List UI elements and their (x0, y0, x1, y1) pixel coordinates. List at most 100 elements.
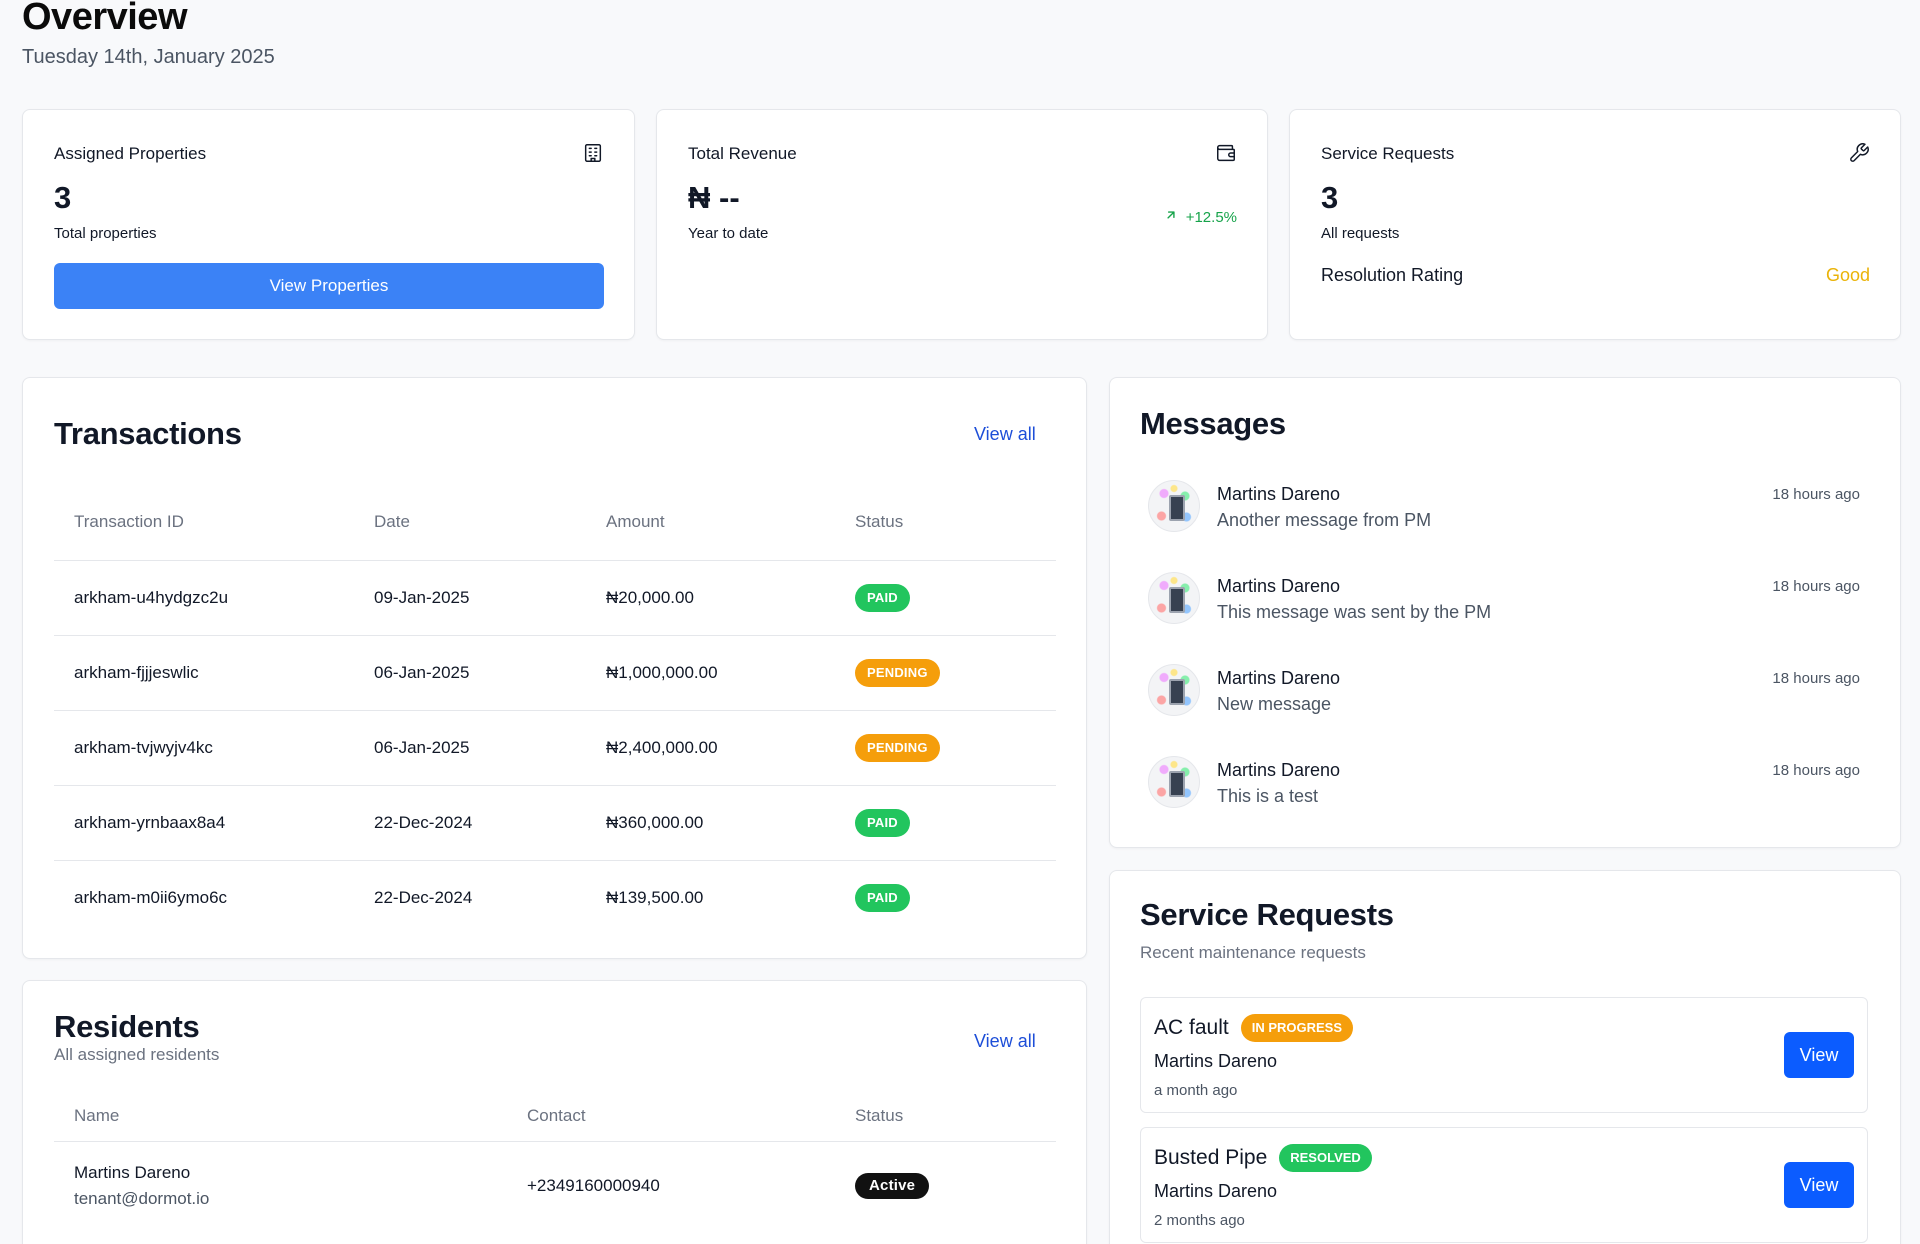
residents-subtitle: All assigned residents (54, 1045, 220, 1064)
transaction-amount: ₦139,500.00 (606, 887, 704, 907)
wallet-icon (1215, 142, 1237, 164)
service-requests-subtitle: Recent maintenance requests (1140, 943, 1366, 962)
resident-name: Martins Dareno (74, 1163, 191, 1183)
transactions-table: Transaction ID Date Amount Status arkham… (54, 485, 1056, 935)
table-row[interactable]: arkham-u4hydgzc2u 09-Jan-2025 ₦20,000.00… (54, 560, 1056, 635)
avatar (1148, 664, 1200, 716)
view-request-button[interactable]: View (1784, 1162, 1854, 1208)
wrench-icon (1848, 142, 1870, 164)
service-request-item[interactable]: Busted Pipe RESOLVED Martins Dareno 2 mo… (1140, 1127, 1868, 1243)
transaction-date: 22-Dec-2024 (374, 812, 473, 832)
message-sender: Martins Dareno (1217, 484, 1341, 504)
message-item[interactable]: Martins Dareno Another message from PM 1… (1140, 478, 1860, 538)
total-revenue-card: Total Revenue ₦ -- Year to date +12.5% (656, 109, 1268, 340)
status-badge: PAID (855, 883, 910, 912)
transaction-id: arkham-tvjwyjv4kc (74, 737, 213, 757)
status-badge: PENDING (855, 733, 940, 762)
transaction-id: arkham-u4hydgzc2u (74, 587, 229, 607)
avatar (1148, 756, 1200, 808)
arrow-up-right-icon (1164, 208, 1178, 226)
residents-view-all-link[interactable]: View all (974, 1031, 1036, 1052)
message-item[interactable]: Martins Dareno This message was sent by … (1140, 570, 1860, 630)
messages-card: Messages Martins Dareno Another message … (1109, 377, 1901, 848)
transaction-amount: ₦1,000,000.00 (606, 662, 718, 682)
column-header: Contact (527, 1105, 586, 1125)
resident-contact: +2349160000940 (527, 1176, 660, 1196)
table-row[interactable]: arkham-yrnbaax8a4 22-Dec-2024 ₦360,000.0… (54, 785, 1056, 860)
transaction-date: 09-Jan-2025 (374, 587, 470, 607)
column-header: Transaction ID (74, 512, 184, 532)
total-revenue-title: Total Revenue (688, 144, 797, 163)
avatar (1148, 480, 1200, 532)
table-row[interactable]: arkham-m0ii6ymo6c 22-Dec-2024 ₦139,500.0… (54, 860, 1056, 935)
assigned-properties-title: Assigned Properties (54, 144, 207, 163)
message-item[interactable]: Martins Dareno New message 18 hours ago (1140, 662, 1860, 722)
status-badge: PAID (855, 583, 910, 612)
service-requests-stat-title: Service Requests (1321, 144, 1455, 163)
view-request-button[interactable]: View (1784, 1032, 1854, 1078)
column-header: Status (855, 512, 904, 532)
message-time: 18 hours ago (1772, 486, 1860, 503)
message-time: 18 hours ago (1772, 670, 1860, 687)
service-requests-stat-card: Service Requests 3 All requests Resoluti… (1289, 109, 1901, 340)
status-badge: PENDING (855, 658, 940, 687)
service-request-requester: Martins Dareno (1154, 1051, 1278, 1071)
avatar (1148, 572, 1200, 624)
assigned-properties-value: 3 (54, 180, 72, 215)
status-badge: IN PROGRESS (1240, 1014, 1353, 1042)
column-header: Status (855, 1105, 904, 1125)
transaction-amount: ₦20,000.00 (606, 587, 694, 607)
assigned-properties-sub: Total properties (54, 225, 157, 242)
revenue-trend-value: +12.5% (1185, 208, 1237, 226)
building-icon (582, 142, 604, 164)
message-sender: Martins Dareno (1217, 576, 1341, 596)
message-text: Another message from PM (1217, 510, 1432, 530)
transactions-title: Transactions (54, 416, 242, 451)
service-request-heading: AC fault IN PROGRESS (1154, 1014, 1353, 1042)
service-request-item[interactable]: AC fault IN PROGRESS Martins Dareno a mo… (1140, 997, 1868, 1113)
total-revenue-sub: Year to date (688, 225, 769, 242)
status-badge: PAID (855, 808, 910, 837)
message-text: This is a test (1217, 786, 1319, 806)
view-properties-button[interactable]: View Properties (54, 263, 604, 309)
resident-email: tenant@dormot.io (74, 1189, 210, 1209)
transaction-date: 06-Jan-2025 (374, 662, 470, 682)
page-date: Tuesday 14th, January 2025 (22, 46, 275, 68)
service-requests-stat-value: 3 (1321, 180, 1339, 215)
service-request-title: AC fault (1154, 1016, 1229, 1039)
residents-card: Residents All assigned residents View al… (22, 980, 1087, 1244)
transaction-id: arkham-fjjjeswlic (74, 662, 199, 682)
service-request-title: Busted Pipe (1154, 1146, 1268, 1169)
message-text: New message (1217, 694, 1332, 714)
total-revenue-value: ₦ -- (688, 180, 740, 215)
message-item[interactable]: Martins Dareno This is a test 18 hours a… (1140, 754, 1860, 814)
message-sender: Martins Dareno (1217, 760, 1341, 780)
transaction-date: 22-Dec-2024 (374, 887, 473, 907)
message-text: This message was sent by the PM (1217, 602, 1492, 622)
table-row[interactable]: arkham-tvjwyjv4kc 06-Jan-2025 ₦2,400,000… (54, 710, 1056, 785)
service-request-heading: Busted Pipe RESOLVED (1154, 1144, 1372, 1172)
service-requests-stat-sub: All requests (1321, 225, 1400, 242)
service-requests-card: Service Requests Recent maintenance requ… (1109, 870, 1901, 1244)
table-row[interactable]: arkham-fjjjeswlic 06-Jan-2025 ₦1,000,000… (54, 635, 1056, 710)
message-time: 18 hours ago (1772, 762, 1860, 779)
column-header: Amount (606, 512, 665, 532)
message-time: 18 hours ago (1772, 578, 1860, 595)
page-title: Overview (22, 0, 188, 38)
transactions-card: Transactions View all Transaction ID Dat… (22, 377, 1087, 959)
status-badge: RESOLVED (1279, 1144, 1372, 1172)
resolution-rating-value: Good (1825, 265, 1870, 285)
assigned-properties-card: Assigned Properties 3 Total properties V… (22, 109, 635, 340)
column-header: Date (374, 512, 410, 532)
service-request-time: 2 months ago (1154, 1212, 1245, 1229)
service-requests-title: Service Requests (1140, 897, 1394, 932)
transaction-id: arkham-yrnbaax8a4 (74, 812, 226, 832)
residents-table: Name Contact Status Martins Dareno tenan… (54, 1091, 1056, 1231)
transaction-date: 06-Jan-2025 (374, 737, 470, 757)
table-row[interactable]: Martins Dareno tenant@dormot.io +2349160… (54, 1141, 1056, 1231)
service-request-requester: Martins Dareno (1154, 1181, 1278, 1201)
transaction-id: arkham-m0ii6ymo6c (74, 887, 228, 907)
resolution-rating-label: Resolution Rating (1321, 265, 1464, 285)
service-request-time: a month ago (1154, 1082, 1238, 1099)
transactions-view-all-link[interactable]: View all (974, 424, 1036, 445)
